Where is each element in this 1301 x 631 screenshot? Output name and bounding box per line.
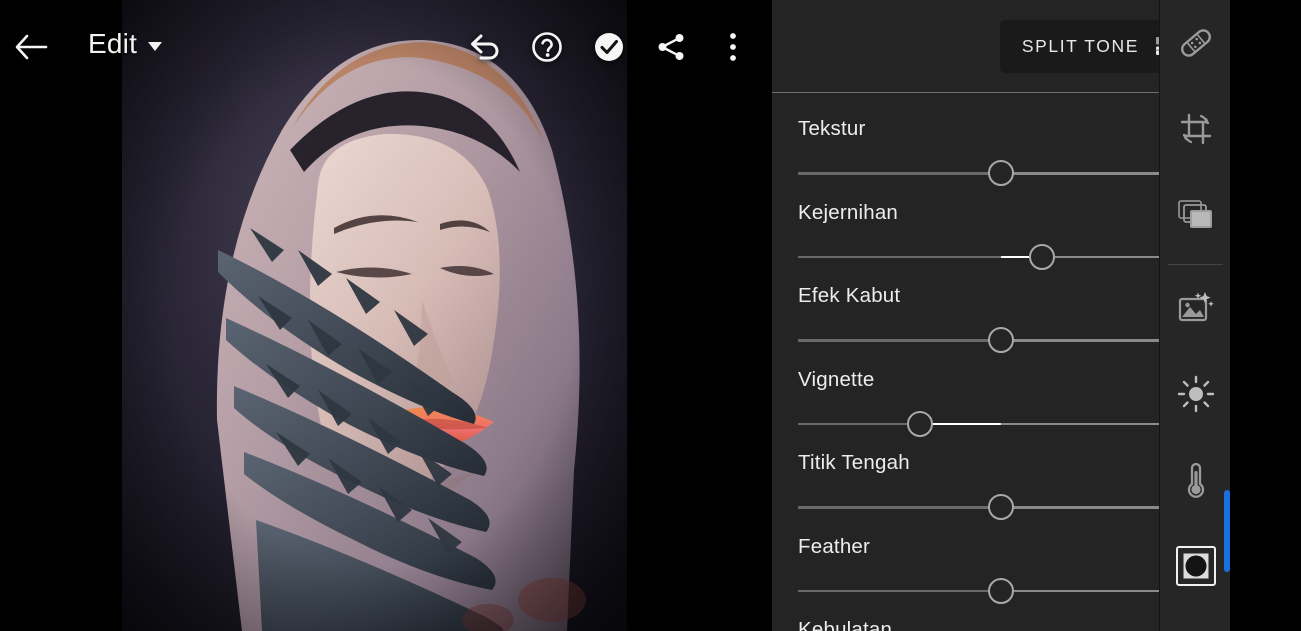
- light-sun-icon: [1177, 375, 1214, 413]
- tool-effects[interactable]: [1160, 523, 1231, 609]
- edited-photo[interactable]: [122, 0, 627, 631]
- help-icon: [532, 32, 562, 62]
- undo-icon: [471, 34, 499, 60]
- slider-label: Kejernihan: [798, 200, 899, 224]
- slider-knob[interactable]: [1028, 243, 1055, 270]
- tool-auto-enhance[interactable]: [1160, 265, 1231, 351]
- help-button[interactable]: [516, 24, 578, 70]
- slider-knob[interactable]: [988, 160, 1014, 186]
- slider-track-dim: [798, 506, 1001, 509]
- more-menu-button[interactable]: [702, 24, 764, 70]
- photo-canvas[interactable]: Edit: [0, 0, 772, 631]
- presets-icon: [1177, 200, 1212, 228]
- slider-label: Vignette: [798, 367, 875, 391]
- slider-track-dim: [798, 172, 1001, 175]
- edit-panel: SPLIT TONE Tekstur 0: [772, 0, 1230, 631]
- lightroom-edit-screen: Edit SPLIT TONE Tekstur Kejernihan Efek …: [0, 0, 1301, 631]
- tool-crop[interactable]: [1160, 86, 1231, 172]
- slider-label: Titik Tengah: [798, 451, 910, 474]
- slider-label: Efek Kabut: [798, 284, 901, 307]
- tool-rail: [1159, 0, 1230, 631]
- top-action-icons: [454, 24, 764, 70]
- check-icon: [595, 33, 623, 61]
- slider-label: Kebulatan: [798, 618, 893, 631]
- healing-tool-icon: [1180, 29, 1211, 57]
- split-tone-label: SPLIT TONE: [1021, 35, 1139, 56]
- undo-button[interactable]: [454, 24, 516, 70]
- tool-presets[interactable]: [1160, 172, 1231, 258]
- share-icon: [658, 34, 684, 60]
- slider-track-dim: [798, 589, 1001, 592]
- share-button[interactable]: [640, 24, 702, 70]
- chevron-down-icon: [148, 41, 163, 51]
- back-button[interactable]: [8, 26, 54, 68]
- color-thermo-icon: [1187, 462, 1204, 498]
- slider-track-dim: [798, 422, 920, 425]
- crop-rotate-icon: [1180, 113, 1211, 145]
- page-title: Edit: [88, 28, 138, 59]
- slider-track-dim: [798, 255, 1001, 258]
- tool-light[interactable]: [1160, 351, 1231, 437]
- slider-track-dim: [798, 339, 1001, 342]
- tool-detail[interactable]: [1160, 609, 1231, 631]
- slider-knob[interactable]: [906, 410, 933, 437]
- rail-scrollbar[interactable]: [1224, 490, 1230, 572]
- slider-label: Feather: [798, 534, 871, 558]
- auto-enhance-icon: [1178, 292, 1214, 322]
- more-menu-icon: [730, 33, 736, 61]
- done-button[interactable]: [578, 24, 640, 70]
- slider-knob[interactable]: [988, 577, 1014, 604]
- tool-color[interactable]: [1160, 437, 1231, 523]
- slider-knob[interactable]: [988, 327, 1014, 353]
- back-arrow-icon: [15, 34, 48, 60]
- slider-label: Tekstur: [798, 117, 866, 140]
- edit-title-dropdown[interactable]: Edit: [88, 28, 163, 60]
- tool-healing[interactable]: [1160, 0, 1231, 86]
- slider-knob[interactable]: [988, 494, 1014, 520]
- effects-icon: [1183, 553, 1208, 579]
